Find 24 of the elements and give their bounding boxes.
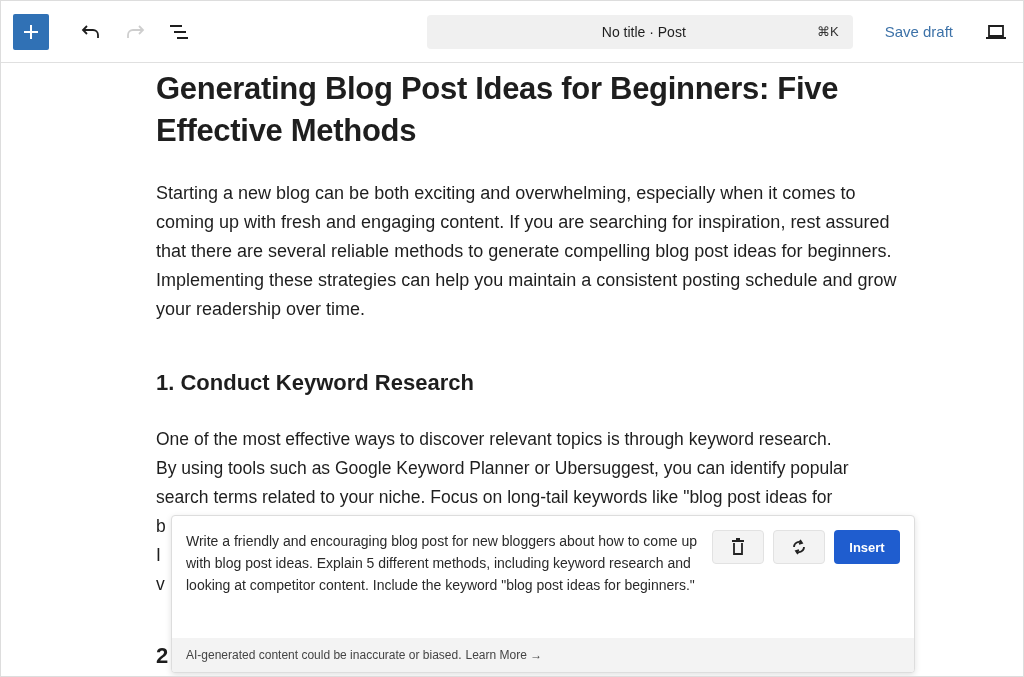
refresh-icon <box>791 538 807 556</box>
save-draft-button[interactable]: Save draft <box>880 17 957 46</box>
delete-button[interactable] <box>712 530 764 564</box>
plus-icon <box>22 22 40 41</box>
disclaimer-text: AI-generated content could be inaccurate or biased. <box>186 648 462 662</box>
regenerate-button[interactable] <box>773 530 825 564</box>
intro-paragraph: Starting a new blog can be both exciting and overwhelming, especially when it comes to coming up with fresh and engaging content. If you are searching for inspiration, rest assured that there are several reliable methods to generate compelling blog post ideas for beginners. Implementing these strategies can help you maintain a consistent posting schedule and grow your readership over time. <box>156 182 898 321</box>
learn-more-link[interactable]: Learn More → <box>465 648 543 662</box>
shortcut-hint: ⌘K <box>816 24 839 39</box>
covered-text: v <box>156 573 165 596</box>
prompt-text: Write a friendly and encouraging blog post for new bloggers about how to come up with blog post ideas. Explain 5 different methods, including keyword research and looking at competitor content. Include the keyword "blog post ideas for beginners." <box>186 532 698 595</box>
laptop-icon <box>985 23 1007 40</box>
add-block-button[interactable] <box>13 13 49 50</box>
covered-text: b <box>156 515 166 538</box>
command-bar[interactable]: No title · Post ⌘K <box>426 14 853 49</box>
redo-icon <box>125 23 145 40</box>
covered-text: I <box>156 544 161 567</box>
list-view-icon <box>169 23 189 40</box>
trash-icon <box>731 538 745 556</box>
post-title: Generating Blog Post Ideas for Beginners: Five Effective Methods <box>156 70 840 150</box>
insert-button[interactable]: Insert <box>834 530 900 564</box>
section-heading: 1. Conduct Keyword Research <box>156 369 475 397</box>
undo-icon <box>81 23 101 40</box>
covered-heading: 2 <box>156 642 169 670</box>
